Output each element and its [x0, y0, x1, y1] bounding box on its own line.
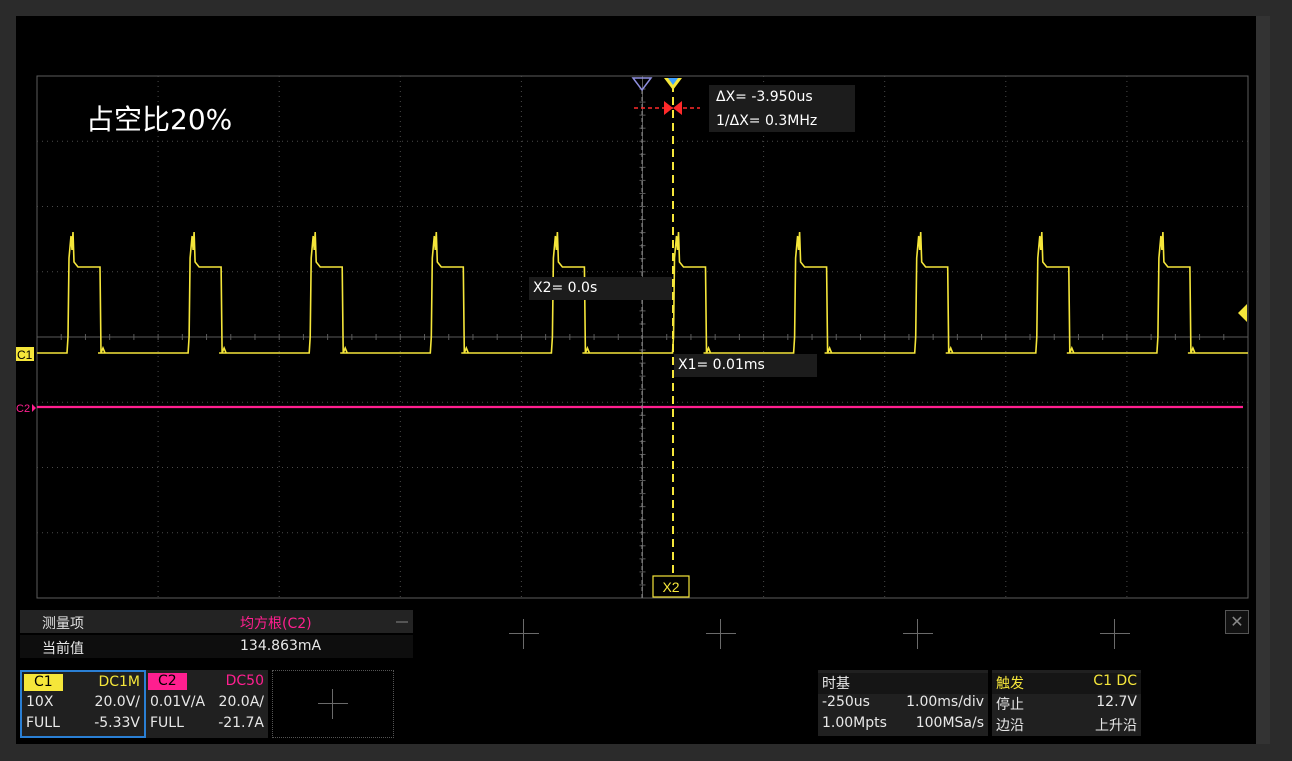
delta-arrow-right: [673, 101, 682, 115]
c1-offset-label: C1: [17, 348, 33, 362]
measurement-remove-icon[interactable]: [396, 621, 408, 623]
timebase-sample-rate: 100MSa/s: [915, 715, 984, 731]
channel2-probe: 0.01V/A: [150, 694, 206, 710]
trigger-level: 12.7V: [1096, 694, 1137, 710]
add-channel-box[interactable]: [272, 670, 394, 738]
channel2-bandwidth: FULL: [150, 715, 184, 731]
x2-readout: X2= 0.0s: [533, 280, 598, 296]
delta-arrow-left: [664, 101, 673, 115]
timebase-delay: -250us: [822, 694, 870, 710]
channel1-scale: 20.0V/: [94, 694, 140, 710]
channel1-bandwidth: FULL: [26, 715, 60, 731]
channel2-tag: C2: [148, 673, 187, 690]
channel2-scale: 20.0A/: [218, 694, 264, 710]
measurement-current-label: 当前值: [42, 641, 84, 657]
channel1-offset: -5.33V: [94, 715, 140, 731]
measurement-header-label: 测量项: [42, 616, 84, 632]
timebase-scale: 1.00ms/div: [906, 694, 984, 710]
channel1-probe: 10X: [26, 694, 54, 710]
channel1-settings-box[interactable]: C1 DC1M 10X 20.0V/ FULL -5.33V: [20, 670, 146, 738]
add-measurement-slot-1[interactable]: [509, 619, 539, 649]
trigger-type: 边沿: [996, 718, 1024, 734]
timebase-box[interactable]: 时基 -250us 1.00ms/div 1.00Mpts 100MSa/s: [818, 670, 988, 736]
channel2-settings-box[interactable]: C2 DC50 0.01V/A 20.0A/ FULL -21.7A: [146, 670, 268, 738]
trigger-source: C1 DC: [1093, 673, 1137, 689]
timebase-memory: 1.00Mpts: [822, 715, 887, 731]
delta-x-readout: ΔX= -3.950us: [716, 89, 813, 105]
add-measurement-slot-2[interactable]: [706, 619, 736, 649]
add-channel-icon: [318, 689, 348, 719]
c2-offset-label[interactable]: C2: [16, 403, 30, 415]
trigger-slope: 上升沿: [1095, 718, 1137, 734]
close-measurement-icon[interactable]: ✕: [1225, 610, 1249, 634]
trigger-title: 触发: [996, 676, 1024, 692]
x1-readout: X1= 0.01ms: [678, 357, 765, 373]
channel2-offset: -21.7A: [218, 715, 264, 731]
trigger-level-marker[interactable]: [1238, 304, 1247, 322]
c2-offset-arrow: [32, 404, 36, 412]
trigger-state: 停止: [996, 697, 1024, 713]
annotation-title: 占空比20%: [86, 103, 233, 136]
add-measurement-slot-3[interactable]: [903, 619, 933, 649]
measurement-header-value[interactable]: 均方根(C2): [240, 613, 312, 633]
channel2-coupling: DC50: [225, 673, 264, 689]
add-measurement-slot-4[interactable]: [1100, 619, 1130, 649]
timebase-title: 时基: [822, 676, 850, 692]
channel1-coupling: DC1M: [98, 674, 140, 690]
measurement-current-value: 134.863mA: [240, 638, 322, 654]
trigger-box[interactable]: 触发 C1 DC 停止 12.7V 边沿 上升沿: [992, 670, 1141, 736]
cursor-x2-tag: X2: [662, 579, 679, 595]
channel1-tag: C1: [24, 674, 63, 691]
inv-delta-x-readout: 1/ΔX= 0.3MHz: [716, 113, 818, 129]
